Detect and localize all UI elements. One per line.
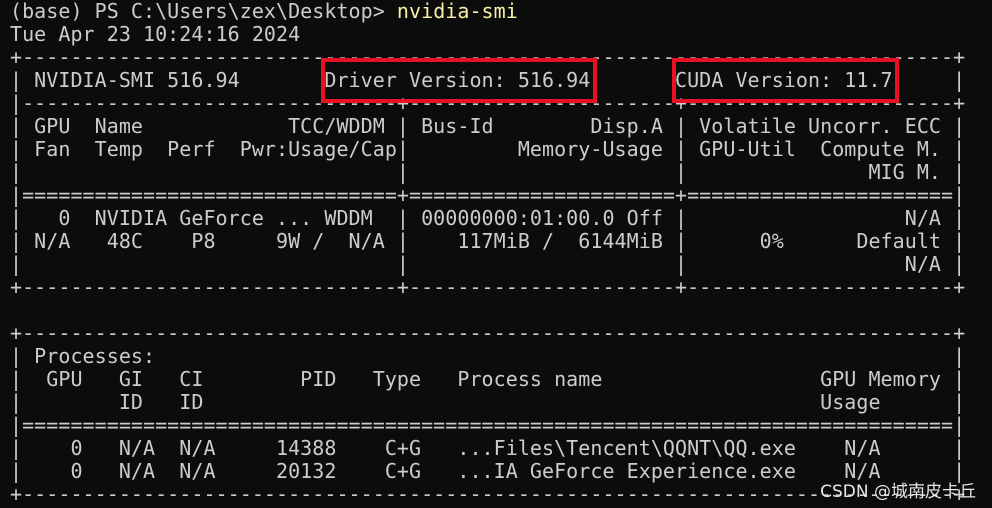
csdn-watermark: CSDN @城南皮卡丘 [820,482,976,502]
output-line: | 0 N/A N/A 14388 C+G ...Files\Tencent\Q… [10,436,966,460]
output-line: | Fan Temp Perf Pwr:Usage/Cap| Memory-Us… [10,137,966,161]
output-line: | N/A 48C P8 9W / N/A | 117MiB / 6144MiB… [10,229,966,253]
prompt-line: (base) PS C:\Users\zex\Desktop> nvidia-s… [10,0,518,23]
driver-version-highlight [320,58,597,103]
output-line: | Processes: | [10,344,966,368]
output-line: |=======================================… [10,413,966,437]
terminal-window[interactable]: (base) PS C:\Users\zex\Desktop> nvidia-s… [0,0,992,508]
cuda-version-highlight [671,58,900,103]
output-line: Tue Apr 23 10:24:16 2024 [10,22,301,46]
output-line: +---------------------------------------… [10,321,966,345]
output-line: +-------------------------------+-------… [10,275,966,299]
output-line: | GPU GI CI PID Type Process name GPU Me… [10,367,966,391]
output-line: | ID ID Usage | [10,390,966,414]
output-line: | | | N/A | [10,252,966,276]
output-line: | | | MIG M. | [10,160,966,184]
prompt-text: (base) PS C:\Users\zex\Desktop> [10,0,397,23]
output-line: | 0 NVIDIA GeForce ... WDDM | 00000000:0… [10,206,966,230]
command-text: nvidia-smi [396,0,518,23]
output-line: | GPU Name TCC/WDDM | Bus-Id Disp.A | Vo… [10,114,966,138]
output-line: |===============================+=======… [10,183,966,207]
